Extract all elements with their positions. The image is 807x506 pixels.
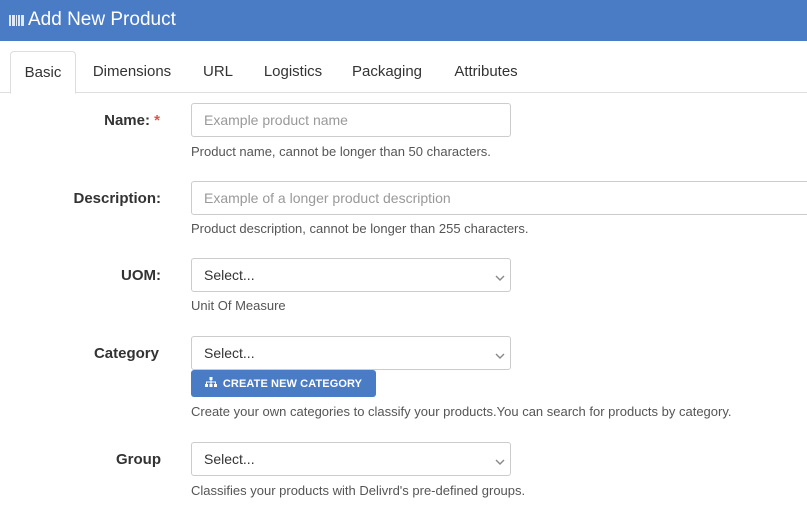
tab-bar: Basic Dimensions URL Logistics Packaging…	[0, 51, 807, 94]
page-title: Add New Product	[28, 9, 176, 30]
name-label-text: Name:	[104, 112, 150, 129]
sitemap-icon	[204, 377, 217, 390]
name-label: Name: *	[60, 111, 160, 131]
description-input[interactable]	[191, 181, 807, 215]
uom-select-value: Select...	[204, 267, 255, 283]
category-label: Category	[93, 345, 159, 362]
description-help: Product description, cannot be longer th…	[191, 221, 529, 236]
group-select[interactable]: Select...	[191, 442, 511, 476]
chevron-down-icon	[495, 348, 505, 359]
required-asterisk: *	[154, 112, 160, 129]
tab-dimensions[interactable]: Dimensions	[80, 51, 184, 93]
description-label: Description:	[73, 190, 161, 207]
uom-label: UOM:	[121, 267, 161, 284]
category-select-value: Select...	[204, 345, 255, 361]
group-label: Group	[116, 451, 161, 468]
barcode-icon	[9, 15, 24, 26]
create-new-category-button[interactable]: CREATE NEW CATEGORY	[191, 370, 376, 397]
category-help: Create your own categories to classify y…	[191, 404, 732, 419]
tab-packaging[interactable]: Packaging	[342, 51, 432, 93]
group-help: Classifies your products with Delivrd's …	[191, 483, 526, 498]
create-new-category-label: CREATE NEW CATEGORY	[222, 377, 363, 390]
tab-basic[interactable]: Basic	[10, 51, 76, 94]
uom-help: Unit Of Measure	[191, 298, 286, 313]
chevron-down-icon	[495, 454, 505, 465]
title-bar: Add New Product	[0, 0, 807, 41]
category-select[interactable]: Select...	[191, 336, 511, 370]
uom-select[interactable]: Select...	[191, 258, 511, 292]
tab-logistics[interactable]: Logistics	[253, 51, 333, 93]
group-select-value: Select...	[204, 451, 255, 467]
chevron-down-icon	[495, 270, 505, 281]
name-input[interactable]	[191, 103, 511, 137]
name-help: Product name, cannot be longer than 50 c…	[191, 144, 491, 159]
tab-url[interactable]: URL	[192, 51, 244, 93]
tab-attributes[interactable]: Attributes	[441, 51, 531, 93]
